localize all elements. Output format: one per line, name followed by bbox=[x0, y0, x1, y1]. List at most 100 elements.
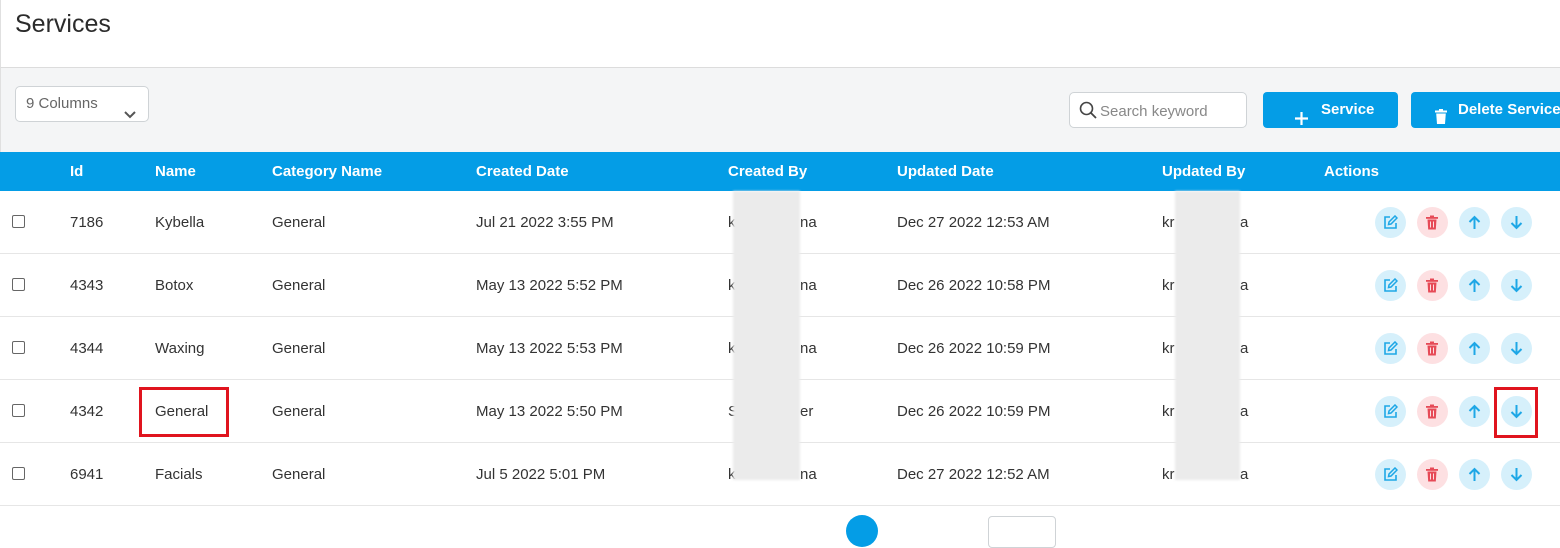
pagination-current-page[interactable] bbox=[846, 515, 878, 547]
move-up-button[interactable] bbox=[1459, 459, 1490, 490]
cell-created-by-end: er bbox=[800, 403, 814, 420]
cell-updated-date: Dec 27 2022 12:52 AM bbox=[897, 466, 1050, 483]
move-down-button[interactable] bbox=[1501, 207, 1532, 238]
delete-button[interactable] bbox=[1417, 459, 1448, 490]
edit-icon bbox=[1384, 341, 1398, 355]
chevron-down-icon bbox=[124, 98, 136, 132]
cell-updated-by-end: a bbox=[1240, 466, 1249, 483]
cell-id: 4344 bbox=[70, 340, 104, 357]
edit-button[interactable] bbox=[1375, 396, 1406, 427]
page-title: Services bbox=[15, 10, 111, 38]
cell-created-date: Jul 5 2022 5:01 PM bbox=[476, 466, 606, 483]
delete-button[interactable] bbox=[1417, 207, 1448, 238]
redacted-updated-by bbox=[1175, 191, 1240, 480]
cell-updated-by-start: kr bbox=[1162, 277, 1175, 294]
cell-updated-by-start: kr bbox=[1162, 340, 1175, 357]
delete-button[interactable] bbox=[1417, 396, 1448, 427]
delete-button[interactable] bbox=[1417, 333, 1448, 364]
cell-updated-date: Dec 27 2022 12:53 AM bbox=[897, 214, 1050, 231]
move-up-button[interactable] bbox=[1459, 333, 1490, 364]
move-down-button[interactable] bbox=[1501, 459, 1532, 490]
cell-updated-date: Dec 26 2022 10:59 PM bbox=[897, 403, 1051, 420]
cell-created-by-end: na bbox=[800, 466, 817, 483]
move-up-button[interactable] bbox=[1459, 207, 1490, 238]
cell-id: 4343 bbox=[70, 277, 104, 294]
highlight-box-move-down bbox=[1494, 387, 1538, 438]
cell-created-by-end: na bbox=[800, 214, 817, 231]
edit-icon bbox=[1384, 215, 1398, 229]
add-service-button[interactable]: Service bbox=[1263, 92, 1398, 128]
table-toolbar: 9 Columns Service Delete Service bbox=[0, 68, 1560, 152]
cell-id: 4342 bbox=[70, 403, 104, 420]
redacted-created-by bbox=[733, 191, 800, 480]
add-service-label: Service bbox=[1321, 101, 1375, 118]
cell-updated-by-end: a bbox=[1240, 403, 1249, 420]
page-header: Services bbox=[0, 0, 1560, 68]
cell-category: General bbox=[272, 214, 326, 231]
cell-created-date: May 13 2022 5:50 PM bbox=[476, 403, 623, 420]
delete-service-button[interactable]: Delete Service bbox=[1411, 92, 1560, 128]
trash-icon bbox=[1435, 102, 1447, 128]
arrow-down-icon bbox=[1510, 468, 1523, 482]
cell-category: General bbox=[272, 403, 326, 420]
column-header-updated-date[interactable]: Updated Date bbox=[897, 152, 994, 191]
cell-created-date: Jul 21 2022 3:55 PM bbox=[476, 214, 614, 231]
row-checkbox[interactable] bbox=[12, 278, 25, 291]
edit-icon bbox=[1384, 278, 1398, 292]
trash-icon bbox=[1426, 404, 1438, 419]
move-down-button[interactable] bbox=[1501, 333, 1532, 364]
cell-updated-date: Dec 26 2022 10:58 PM bbox=[897, 277, 1051, 294]
edit-button[interactable] bbox=[1375, 207, 1406, 238]
column-header-actions: Actions bbox=[1324, 163, 1380, 180]
arrow-down-icon bbox=[1510, 216, 1523, 230]
search-box[interactable] bbox=[1069, 92, 1247, 128]
cell-name: Kybella bbox=[155, 214, 205, 231]
cell-id: 7186 bbox=[70, 214, 104, 231]
row-checkbox[interactable] bbox=[12, 467, 25, 480]
cell-created-by-end: na bbox=[800, 340, 817, 357]
column-header-created-by[interactable]: Created By bbox=[728, 152, 807, 191]
columns-select-label: 9 Columns bbox=[26, 95, 98, 112]
arrow-up-icon bbox=[1468, 215, 1481, 229]
delete-button[interactable] bbox=[1417, 270, 1448, 301]
cell-category: General bbox=[272, 466, 326, 483]
row-checkbox[interactable] bbox=[12, 404, 25, 417]
column-header-updated-by[interactable]: Updated By bbox=[1162, 152, 1245, 191]
cell-updated-by-end: a bbox=[1240, 277, 1249, 294]
arrow-down-icon bbox=[1510, 279, 1523, 293]
cell-name: Botox bbox=[155, 277, 194, 294]
cell-updated-by-start: kr bbox=[1162, 214, 1175, 231]
move-up-button[interactable] bbox=[1459, 270, 1490, 301]
columns-select[interactable]: 9 Columns bbox=[15, 86, 149, 122]
edit-icon bbox=[1384, 404, 1398, 418]
cell-category: General bbox=[272, 277, 326, 294]
arrow-up-icon bbox=[1468, 278, 1481, 292]
cell-name: Facials bbox=[155, 466, 203, 483]
cell-updated-date: Dec 26 2022 10:59 PM bbox=[897, 340, 1051, 357]
table-header: Id Name Category Name Created Date Creat… bbox=[0, 152, 1560, 191]
plus-icon bbox=[1295, 103, 1308, 128]
move-down-button[interactable] bbox=[1501, 270, 1532, 301]
search-input[interactable] bbox=[1098, 98, 1246, 124]
edit-button[interactable] bbox=[1375, 459, 1406, 490]
edit-button[interactable] bbox=[1375, 333, 1406, 364]
arrow-up-icon bbox=[1468, 341, 1481, 355]
cell-updated-by-end: a bbox=[1240, 214, 1249, 231]
move-up-button[interactable] bbox=[1459, 396, 1490, 427]
cell-created-date: May 13 2022 5:53 PM bbox=[476, 340, 623, 357]
column-header-id[interactable]: Id bbox=[70, 152, 83, 191]
cell-category: General bbox=[272, 340, 326, 357]
trash-icon bbox=[1426, 341, 1438, 356]
column-header-name[interactable]: Name bbox=[155, 152, 196, 191]
trash-icon bbox=[1426, 278, 1438, 293]
cell-name: Waxing bbox=[155, 340, 205, 357]
cell-created-date: May 13 2022 5:52 PM bbox=[476, 277, 623, 294]
cell-updated-by-start: kr bbox=[1162, 466, 1175, 483]
cell-updated-by-end: a bbox=[1240, 340, 1249, 357]
row-checkbox[interactable] bbox=[12, 215, 25, 228]
row-checkbox[interactable] bbox=[12, 341, 25, 354]
column-header-category[interactable]: Category Name bbox=[272, 152, 382, 191]
cell-created-by-end: na bbox=[800, 277, 817, 294]
edit-button[interactable] bbox=[1375, 270, 1406, 301]
column-header-created-date[interactable]: Created Date bbox=[476, 152, 569, 191]
